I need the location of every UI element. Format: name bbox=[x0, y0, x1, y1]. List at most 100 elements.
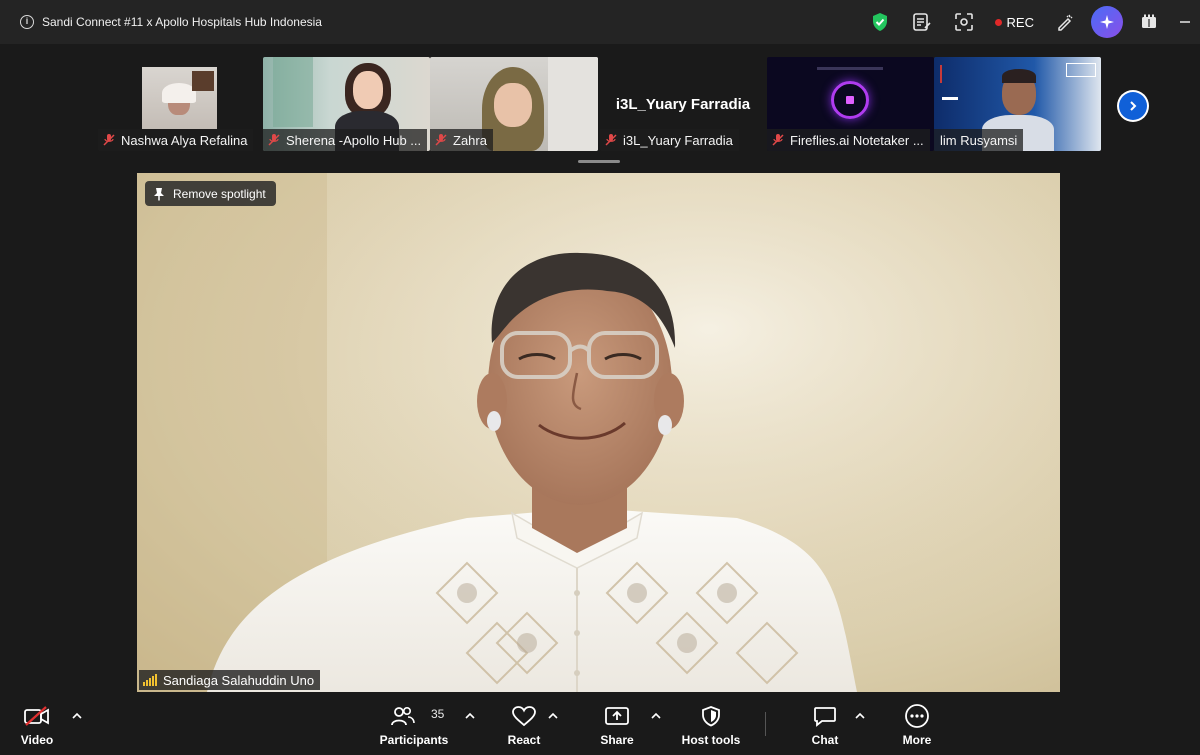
share-button[interactable]: Share bbox=[594, 695, 640, 755]
host-tools-button[interactable]: Host tools bbox=[678, 695, 744, 755]
participant-name: Fireflies.ai Notetaker ... bbox=[790, 132, 924, 148]
video-label: Video bbox=[20, 733, 54, 747]
react-label: React bbox=[507, 733, 541, 747]
mic-muted-icon bbox=[103, 134, 115, 146]
video-options-caret[interactable] bbox=[70, 709, 84, 723]
participants-button[interactable]: Participants bbox=[378, 695, 450, 755]
remove-spotlight-label: Remove spotlight bbox=[173, 186, 266, 201]
more-icon bbox=[905, 704, 929, 728]
next-page-button[interactable] bbox=[1117, 90, 1149, 122]
speaker-video-feed bbox=[137, 173, 1060, 692]
host-tools-button-icon-wrap bbox=[700, 703, 722, 729]
info-circle-icon[interactable]: i bbox=[20, 15, 34, 29]
toolbar-divider bbox=[765, 712, 766, 736]
react-button-icon-wrap bbox=[511, 703, 537, 729]
title-bar: i Sandi Connect #11 x Apollo Hospitals H… bbox=[0, 0, 1200, 44]
chat-label: Chat bbox=[811, 733, 839, 747]
meeting-info[interactable]: i Sandi Connect #11 x Apollo Hospitals H… bbox=[20, 15, 322, 29]
participant-name: Sherena -Apollo Hub ... bbox=[286, 132, 422, 148]
video-button[interactable]: Video bbox=[12, 695, 62, 755]
apps-icon bbox=[1142, 14, 1156, 28]
focus-frame-icon bbox=[954, 13, 973, 31]
notes-button[interactable] bbox=[901, 0, 943, 44]
speaker-name: Sandiaga Salahuddin Uno bbox=[163, 672, 315, 688]
share-screen-icon bbox=[605, 707, 629, 725]
participant-display-text: i3L_Yuary Farradia bbox=[615, 95, 751, 113]
share-button-icon-wrap bbox=[604, 703, 630, 729]
sparkle-icon bbox=[1100, 15, 1114, 29]
meeting-toolbar: Video Participants 35 React Share Host t… bbox=[0, 695, 1200, 755]
participants-options-caret[interactable] bbox=[463, 709, 477, 723]
participants-button-icon-wrap bbox=[391, 703, 415, 729]
chevron-right-icon bbox=[1130, 101, 1137, 111]
heart-icon bbox=[512, 706, 536, 727]
video-button-icon-wrap bbox=[23, 703, 51, 729]
pin-icon bbox=[154, 187, 164, 200]
participant-nameplate: Nashwa Alya Refalina bbox=[98, 129, 254, 151]
host-tools-label: Host tools bbox=[681, 733, 741, 747]
more-label: More bbox=[902, 733, 932, 747]
more-button-icon-wrap bbox=[904, 703, 930, 729]
ai-companion-button[interactable] bbox=[1086, 0, 1128, 44]
participant-strip: Nashwa Alya Refalina Sherena -Apollo Hub… bbox=[0, 44, 1200, 168]
participant-name: Nashwa Alya Refalina bbox=[121, 132, 248, 148]
participant-tile[interactable]: Sherena -Apollo Hub ... bbox=[263, 57, 430, 151]
meeting-title: Sandi Connect #11 x Apollo Hospitals Hub… bbox=[42, 15, 322, 29]
remove-spotlight-button[interactable]: Remove spotlight bbox=[145, 181, 276, 206]
chevron-up-icon bbox=[651, 712, 661, 719]
recording-indicator[interactable]: REC bbox=[985, 0, 1044, 44]
ai-companion-badge bbox=[1091, 6, 1123, 38]
record-dot-icon bbox=[994, 18, 1002, 26]
minimize-icon bbox=[1180, 21, 1190, 23]
chat-options-caret[interactable] bbox=[853, 709, 867, 723]
chevron-up-icon bbox=[465, 712, 475, 719]
react-options-caret[interactable] bbox=[546, 709, 560, 723]
participant-name: i3L_Yuary Farradia bbox=[623, 132, 733, 148]
mic-muted-icon bbox=[268, 134, 280, 146]
participant-video bbox=[142, 67, 217, 129]
participant-tile[interactable]: Zahra bbox=[430, 57, 598, 151]
share-options-caret[interactable] bbox=[649, 709, 663, 723]
chevron-up-icon bbox=[72, 712, 82, 719]
mic-muted-icon bbox=[435, 134, 447, 146]
chevron-up-icon bbox=[548, 712, 558, 719]
speaker-nameplate: Sandiaga Salahuddin Uno bbox=[139, 670, 321, 690]
next-page-badge bbox=[1119, 92, 1147, 120]
participants-count: 35 bbox=[431, 707, 445, 721]
chat-icon bbox=[814, 707, 836, 727]
participant-tile[interactable]: i3L_Yuary Farradia i3L_Yuary Farradia bbox=[600, 57, 766, 151]
shield-check-icon bbox=[872, 13, 887, 31]
annotate-button[interactable] bbox=[1044, 0, 1086, 44]
focus-button[interactable] bbox=[943, 0, 985, 44]
security-button[interactable] bbox=[859, 0, 901, 44]
audio-level-icon bbox=[143, 674, 157, 686]
spotlight-video[interactable]: Remove spotlight Sandiaga Salahuddin Uno bbox=[137, 173, 1060, 692]
title-tools: REC bbox=[859, 0, 1200, 44]
mic-muted-icon bbox=[772, 134, 784, 146]
mic-muted-icon bbox=[605, 134, 617, 146]
pen-icon bbox=[1058, 14, 1073, 31]
shield-icon bbox=[702, 706, 720, 727]
participant-tile[interactable]: Fireflies.ai Notetaker ... bbox=[767, 57, 934, 151]
participants-label: Participants bbox=[379, 733, 449, 747]
participant-nameplate: Fireflies.ai Notetaker ... bbox=[767, 129, 930, 151]
share-label: Share bbox=[600, 733, 634, 747]
minimize-button[interactable] bbox=[1170, 0, 1200, 44]
chat-button-icon-wrap bbox=[813, 703, 837, 729]
rec-label: REC bbox=[1006, 14, 1034, 30]
more-button[interactable]: More bbox=[896, 695, 938, 755]
participant-nameplate: Zahra bbox=[430, 129, 493, 151]
participant-nameplate: i3L_Yuary Farradia bbox=[600, 129, 739, 151]
chat-button[interactable]: Chat bbox=[804, 695, 846, 755]
participant-nameplate: lim Rusyamsi bbox=[934, 129, 1024, 151]
participant-name: Zahra bbox=[453, 132, 487, 148]
strip-resize-handle[interactable] bbox=[578, 160, 620, 163]
react-button[interactable]: React bbox=[500, 695, 548, 755]
participant-tile[interactable]: Nashwa Alya Refalina bbox=[98, 57, 255, 151]
participant-tile[interactable]: lim Rusyamsi bbox=[934, 57, 1101, 151]
chevron-up-icon bbox=[855, 712, 865, 719]
notes-icon bbox=[912, 13, 931, 31]
apps-button[interactable] bbox=[1128, 0, 1170, 44]
participants-icon bbox=[391, 706, 415, 726]
video-off-icon bbox=[24, 706, 49, 726]
